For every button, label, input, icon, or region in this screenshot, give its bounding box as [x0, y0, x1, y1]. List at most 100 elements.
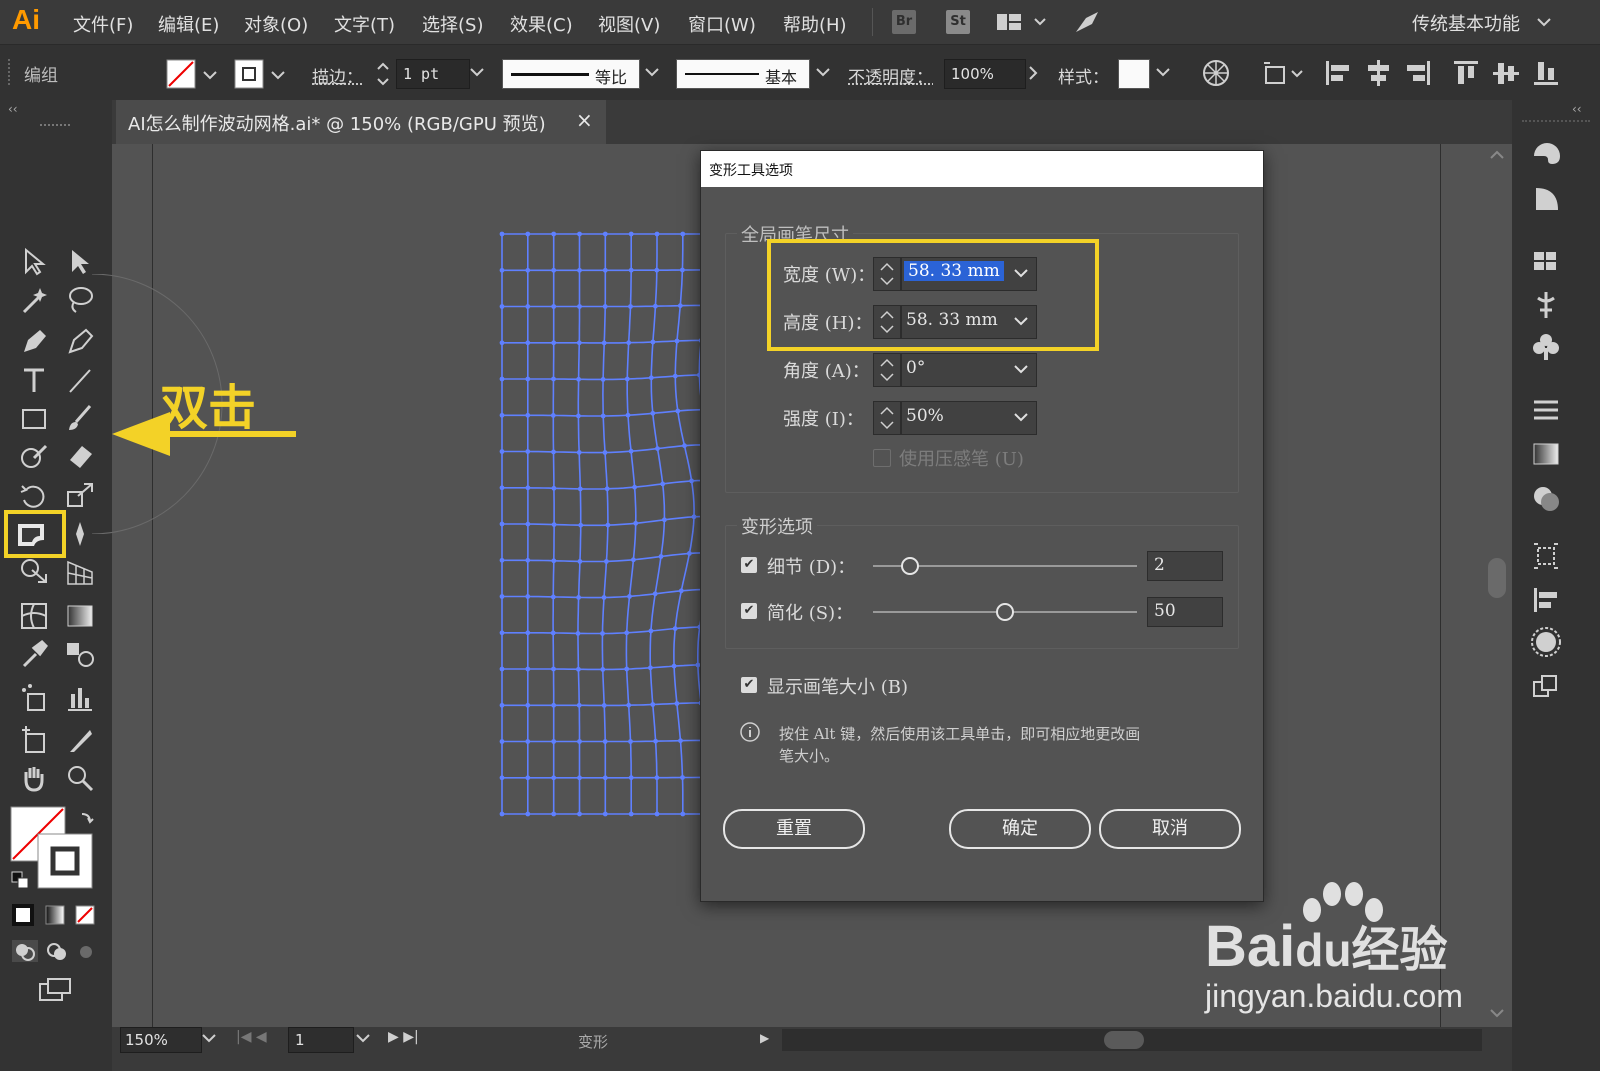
stroke-label[interactable]: 描边：	[312, 63, 363, 88]
stock-button[interactable]: St	[946, 10, 970, 34]
hand-tool-icon[interactable]	[18, 762, 50, 794]
chevron-down-icon[interactable]	[200, 1031, 218, 1047]
blend-tool-icon[interactable]	[64, 638, 96, 670]
angle-input[interactable]: 0°	[906, 358, 925, 378]
transparency-icon[interactable]	[1530, 482, 1564, 516]
recolor-artwork-icon[interactable]	[1200, 57, 1232, 89]
swatches-icon[interactable]	[1530, 244, 1564, 278]
brushes-icon[interactable]	[1530, 288, 1564, 322]
screen-mode-icon[interactable]	[36, 976, 76, 1004]
chevron-down-icon[interactable]	[354, 1031, 372, 1047]
transform-panel-icon[interactable]	[1530, 540, 1564, 574]
arrange-documents-icon[interactable]	[995, 10, 1051, 34]
slice-tool-icon[interactable]	[64, 724, 96, 756]
align-top-icon[interactable]	[1450, 57, 1482, 89]
close-tab-icon[interactable]: ×	[576, 108, 593, 132]
status-menu-icon[interactable]: ▶	[760, 1031, 769, 1045]
color-guide-icon[interactable]	[1530, 136, 1564, 170]
cancel-button[interactable]: 取消	[1099, 809, 1241, 849]
horizontal-scrollbar[interactable]	[782, 1029, 1482, 1051]
chevron-down-icon[interactable]	[1154, 65, 1172, 81]
artboard-tool-icon[interactable]	[18, 724, 50, 756]
chevron-down-icon[interactable]	[1012, 362, 1030, 378]
simplify-checkbox[interactable]: ✔	[741, 603, 757, 619]
align-bottom-icon[interactable]	[1530, 57, 1562, 89]
brush-definition[interactable]: 基本	[676, 59, 810, 89]
pen-tool-icon[interactable]	[18, 326, 50, 358]
expand-panels-icon[interactable]: ‹‹	[1572, 102, 1582, 116]
chevron-down-icon[interactable]	[1536, 14, 1552, 30]
type-tool-icon[interactable]	[18, 364, 50, 396]
symbols-icon[interactable]	[1530, 330, 1564, 364]
chevron-down-icon[interactable]	[1012, 410, 1030, 426]
gpu-performance-icon[interactable]	[1072, 8, 1102, 36]
stroke-panel-icon[interactable]	[1530, 394, 1564, 428]
detail-input[interactable]: 2	[1147, 551, 1223, 581]
simplify-input[interactable]: 50	[1147, 597, 1223, 627]
opacity-input[interactable]: 100%	[944, 59, 1026, 89]
rotate-tool-icon[interactable]	[18, 480, 50, 512]
zoom-level-field[interactable]: 150%	[120, 1027, 202, 1053]
align-left-icon[interactable]	[1322, 57, 1354, 89]
chevron-down-icon[interactable]	[643, 65, 661, 81]
menu-effect[interactable]: 效果(C)	[510, 11, 573, 37]
grip-handle[interactable]	[8, 59, 14, 85]
angle-spinner[interactable]	[873, 353, 901, 387]
fill-swatch[interactable]	[166, 59, 224, 89]
menu-help[interactable]: 帮助(H)	[783, 11, 847, 37]
column-graph-tool-icon[interactable]	[64, 682, 96, 714]
dialog-titlebar[interactable]: 变形工具选项	[701, 151, 1263, 187]
perspective-grid-tool-icon[interactable]	[64, 556, 96, 588]
shaper-tool-icon[interactable]	[18, 440, 50, 472]
align-right-icon[interactable]	[1402, 57, 1434, 89]
menu-type[interactable]: 文字(T)	[334, 11, 395, 37]
grip-handle[interactable]	[1522, 120, 1590, 124]
artboards-panel-icon[interactable]	[1530, 670, 1564, 704]
selection-tool-icon[interactable]	[18, 246, 50, 278]
align-vertical-center-icon[interactable]	[1490, 57, 1522, 89]
default-colors-icon[interactable]	[10, 870, 30, 890]
intensity-input[interactable]: 50%	[906, 406, 944, 426]
pressure-pen-checkbox[interactable]	[873, 449, 891, 467]
appearance-icon[interactable]	[1530, 626, 1564, 660]
align-panel-icon[interactable]	[1530, 584, 1564, 618]
intensity-combo[interactable]: 50%	[901, 401, 1037, 435]
next-artboard-icon[interactable]: ▶ ▶|	[388, 1029, 419, 1045]
menu-view[interactable]: 视图(V)	[598, 11, 660, 37]
align-horizontal-center-icon[interactable]	[1362, 57, 1394, 89]
show-brush-size-checkbox[interactable]: ✔	[741, 677, 757, 693]
eyedropper-tool-icon[interactable]	[18, 638, 50, 670]
ok-button[interactable]: 确定	[949, 809, 1091, 849]
reset-button[interactable]: 重置	[723, 809, 865, 849]
gradient-tool-icon[interactable]	[64, 600, 96, 632]
simplify-slider-knob[interactable]	[996, 603, 1014, 621]
detail-slider-knob[interactable]	[900, 557, 919, 575]
gradient-panel-icon[interactable]	[1530, 438, 1564, 472]
free-transform-tool-icon[interactable]	[18, 556, 50, 588]
opacity-label[interactable]: 不透明度：	[848, 63, 933, 88]
menu-file[interactable]: 文件(F)	[73, 11, 133, 37]
workspace-switcher[interactable]: 传统基本功能	[1412, 10, 1520, 36]
stroke-swatch[interactable]	[234, 59, 292, 89]
intensity-spinner[interactable]	[873, 401, 901, 435]
color-icon[interactable]	[1530, 182, 1564, 216]
zoom-tool-icon[interactable]	[64, 762, 96, 794]
vertical-scrollbar[interactable]	[1482, 144, 1512, 1027]
bridge-button[interactable]: Br	[892, 10, 916, 34]
detail-checkbox[interactable]: ✔	[741, 557, 757, 573]
document-tab[interactable]: AI怎么制作波动网格.ai* @ 150% (RGB/GPU 预览) ×	[116, 100, 606, 144]
stroke-weight-input[interactable]: 1 pt	[396, 59, 470, 89]
warp-tool-icon[interactable]	[16, 518, 48, 550]
variable-width-profile[interactable]: 等比	[502, 59, 640, 89]
collapse-panel-icon[interactable]: ‹‹	[8, 102, 18, 116]
artboard-number-field[interactable]: 1	[288, 1027, 354, 1053]
color-mode-buttons[interactable]	[10, 902, 100, 928]
menu-object[interactable]: 对象(O)	[244, 11, 308, 37]
stroke-spinner[interactable]	[372, 59, 394, 89]
first-artboard-icon[interactable]: |◀ ◀	[236, 1029, 267, 1045]
magic-wand-tool-icon[interactable]	[18, 284, 50, 316]
symbol-sprayer-tool-icon[interactable]	[18, 682, 50, 714]
mesh-tool-icon[interactable]	[18, 600, 50, 632]
menu-select[interactable]: 选择(S)	[422, 11, 483, 37]
menu-window[interactable]: 窗口(W)	[688, 11, 756, 37]
